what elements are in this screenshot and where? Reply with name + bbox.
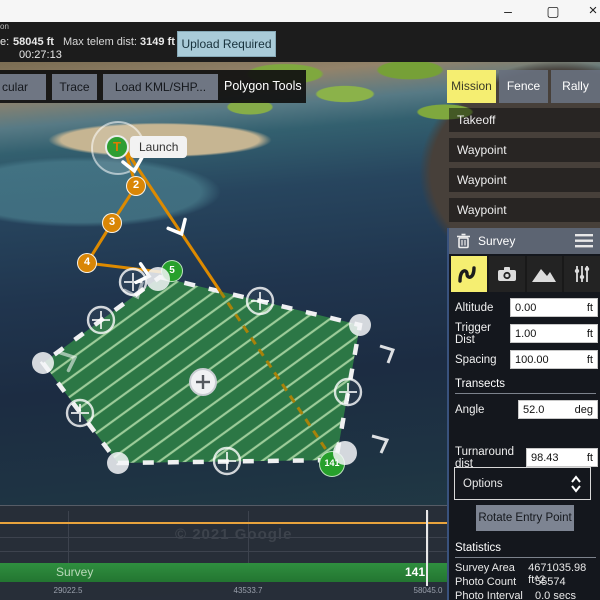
circular-button[interactable]: cular <box>0 74 46 100</box>
tab-camera-settings[interactable] <box>564 256 600 292</box>
trash-icon[interactable] <box>456 233 471 249</box>
photo-interval-label: Photo Interval <box>455 590 535 600</box>
altitude-input[interactable]: 0.00 ft <box>510 298 598 317</box>
rotate-entry-point-button[interactable]: Rotate Entry Point <box>476 505 574 531</box>
max-telem-label: Max telem dist: <box>63 36 137 48</box>
map-watermark: © 2021 Google <box>175 526 292 543</box>
turnaround-label: Turnaround dist <box>455 446 526 470</box>
mission-time: 00:27:13 <box>19 49 62 61</box>
tab-fence[interactable]: Fence <box>499 70 548 103</box>
load-kml-button[interactable]: Load KML/SHP... <box>103 74 218 100</box>
distance-value: 58045 ft <box>13 36 54 48</box>
survey-mode-tabs <box>451 256 600 292</box>
vertex-handle[interactable] <box>333 441 357 465</box>
survey-end-count: 141 <box>405 565 425 579</box>
camera-icon <box>496 264 518 284</box>
transects-section-header: Transects <box>455 378 596 394</box>
maximize-button[interactable]: ▢ <box>538 0 568 22</box>
survey-panel: Survey <box>447 228 600 600</box>
angle-label: Angle <box>455 404 518 416</box>
trace-button[interactable]: Trace <box>52 74 97 100</box>
transects-wave-icon <box>457 263 481 285</box>
photo-count-label: Photo Count <box>455 576 535 588</box>
waypoint-2-marker[interactable]: 2 <box>126 176 146 196</box>
turnaround-input[interactable]: 98.43 ft <box>526 448 598 467</box>
waypoint-4-marker[interactable]: 4 <box>77 253 97 273</box>
upload-required-button[interactable]: Upload Required <box>177 31 276 57</box>
photo-count-value: 55574 <box>535 576 566 588</box>
tab-mission[interactable]: Mission <box>447 70 496 103</box>
sliders-icon <box>572 264 592 284</box>
hamburger-menu-icon[interactable] <box>575 234 593 248</box>
tab-terrain[interactable] <box>527 256 563 292</box>
max-telem-value: 3149 ft <box>140 36 175 48</box>
options-label: Options <box>463 478 570 490</box>
launch-marker[interactable]: T <box>105 135 129 159</box>
vertex-handle[interactable] <box>146 267 170 291</box>
photo-interval-value: 0.0 secs <box>535 590 576 600</box>
tab-rally[interactable]: Rally <box>551 70 600 103</box>
window-titlebar: – ▢ × <box>0 0 600 22</box>
elevation-profile-chart[interactable]: © 2021 Google Survey 141 29022.5 43533.7… <box>0 505 447 600</box>
trigger-dist-label: Trigger Dist <box>455 322 510 346</box>
options-dropdown[interactable]: Options <box>454 467 591 500</box>
x-axis-tick: 43533.7 <box>218 586 278 595</box>
plan-tabs: Mission Fence Rally <box>447 70 600 103</box>
telemetry-partial-top: on <box>0 22 9 31</box>
close-button[interactable]: × <box>578 0 600 22</box>
chart-cursor-line <box>426 510 428 586</box>
launch-label: Launch <box>130 136 187 158</box>
tab-camera[interactable] <box>489 256 525 292</box>
survey-profile-band: Survey 141 <box>0 563 447 582</box>
angle-input[interactable]: 52.0 deg <box>518 400 598 419</box>
mountain-icon <box>531 265 557 283</box>
survey-title: Survey <box>478 234 568 248</box>
spacing-label: Spacing <box>455 354 510 366</box>
spacing-input[interactable]: 100.00 ft <box>510 350 598 369</box>
survey-header: Survey <box>449 228 600 254</box>
tab-transects[interactable] <box>451 256 487 292</box>
distance-partial-label: e: <box>0 36 9 48</box>
x-axis-tick: 29022.5 <box>38 586 98 595</box>
polygon-toolbar: cular Trace Load KML/SHP... Polygon Tool… <box>0 70 306 103</box>
list-item-waypoint[interactable]: Waypoint <box>449 168 600 192</box>
list-item-takeoff[interactable]: Takeoff <box>449 108 600 132</box>
waypoint-3-marker[interactable]: 3 <box>102 213 122 233</box>
telemetry-bar: on e: 58045 ft Max telem dist: 3149 ft U… <box>0 22 600 62</box>
statistics-section-header: Statistics <box>455 542 596 558</box>
altitude-label: Altitude <box>455 302 510 314</box>
survey-band-label: Survey <box>56 565 93 579</box>
trigger-dist-input[interactable]: 1.00 ft <box>510 324 598 343</box>
mission-item-list: Takeoff Waypoint Waypoint Waypoint <box>449 108 600 228</box>
list-item-waypoint[interactable]: Waypoint <box>449 138 600 162</box>
chevron-up-down-icon <box>570 475 582 493</box>
polygon-tools-title: Polygon Tools <box>224 70 302 103</box>
altitude-reference-line <box>0 522 447 524</box>
minimize-button[interactable]: – <box>493 0 523 22</box>
list-item-waypoint[interactable]: Waypoint <box>449 198 600 222</box>
